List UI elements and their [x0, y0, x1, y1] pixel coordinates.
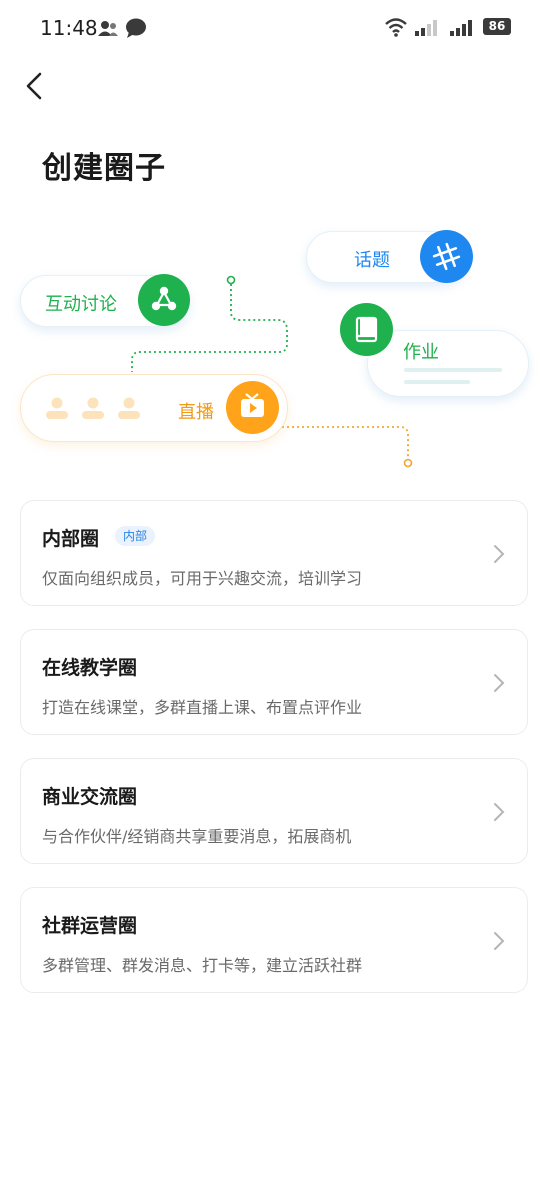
live-icon-circle [226, 381, 279, 434]
option-card-community[interactable]: 社群运营圈 多群管理、群发消息、打卡等，建立活跃社群 [20, 887, 528, 993]
signal-icon-2 [450, 20, 472, 36]
option-desc: 与合作伙伴/经销商共享重要消息，拓展商机 [42, 827, 352, 846]
internal-badge: 内部 [115, 526, 156, 546]
homework-line-1 [404, 368, 502, 372]
homework-label: 作业 [403, 342, 439, 363]
book-icon [355, 316, 378, 343]
chevron-right-icon [494, 803, 505, 821]
option-card-business[interactable]: 商业交流圈 与合作伙伴/经销商共享重要消息，拓展商机 [20, 758, 528, 864]
option-title: 内部圈 [42, 528, 100, 550]
option-card-teaching[interactable]: 在线教学圈 打造在线课堂，多群直播上课、布置点评作业 [20, 629, 528, 735]
homework-line-2 [404, 380, 470, 384]
live-label: 直播 [178, 402, 214, 423]
battery-indicator: 86 [483, 18, 511, 35]
feature-illustration: 话题 互动讨论 作业 直播 [0, 220, 550, 480]
discussion-label: 互动讨论 [45, 294, 117, 315]
person-icon-1 [46, 397, 68, 419]
option-desc: 多群管理、群发消息、打卡等，建立活跃社群 [42, 956, 363, 975]
signal-icon-1 [415, 20, 437, 36]
wifi-icon [385, 18, 407, 37]
contacts-icon [98, 21, 118, 36]
back-arrow-icon[interactable] [18, 66, 54, 106]
option-title: 在线教学圈 [42, 657, 138, 679]
option-desc: 打造在线课堂，多群直播上课、布置点评作业 [42, 698, 363, 717]
homework-icon-circle [340, 303, 393, 356]
chevron-right-icon [494, 932, 505, 950]
share-network-icon [151, 286, 177, 311]
message-icon [126, 18, 146, 38]
status-time: 11:48 [40, 16, 98, 40]
topic-label: 话题 [354, 250, 390, 271]
option-title: 社群运营圈 [42, 915, 138, 937]
option-title: 商业交流圈 [42, 786, 138, 808]
person-icon-2 [82, 397, 104, 419]
page-title: 创建圈子 [42, 151, 166, 186]
chevron-right-icon [494, 545, 505, 563]
person-icon-3 [118, 397, 140, 419]
topic-icon-circle [420, 230, 473, 283]
tv-play-icon [241, 393, 264, 417]
option-desc: 仅面向组织成员，可用于兴趣交流，培训学习 [42, 569, 363, 588]
chevron-right-icon [494, 674, 505, 692]
option-card-internal[interactable]: 内部圈 内部 仅面向组织成员，可用于兴趣交流，培训学习 [20, 500, 528, 606]
status-bar: 11:48 86 [0, 0, 550, 56]
hashtag-icon [432, 242, 461, 271]
discussion-icon-circle [138, 274, 190, 326]
